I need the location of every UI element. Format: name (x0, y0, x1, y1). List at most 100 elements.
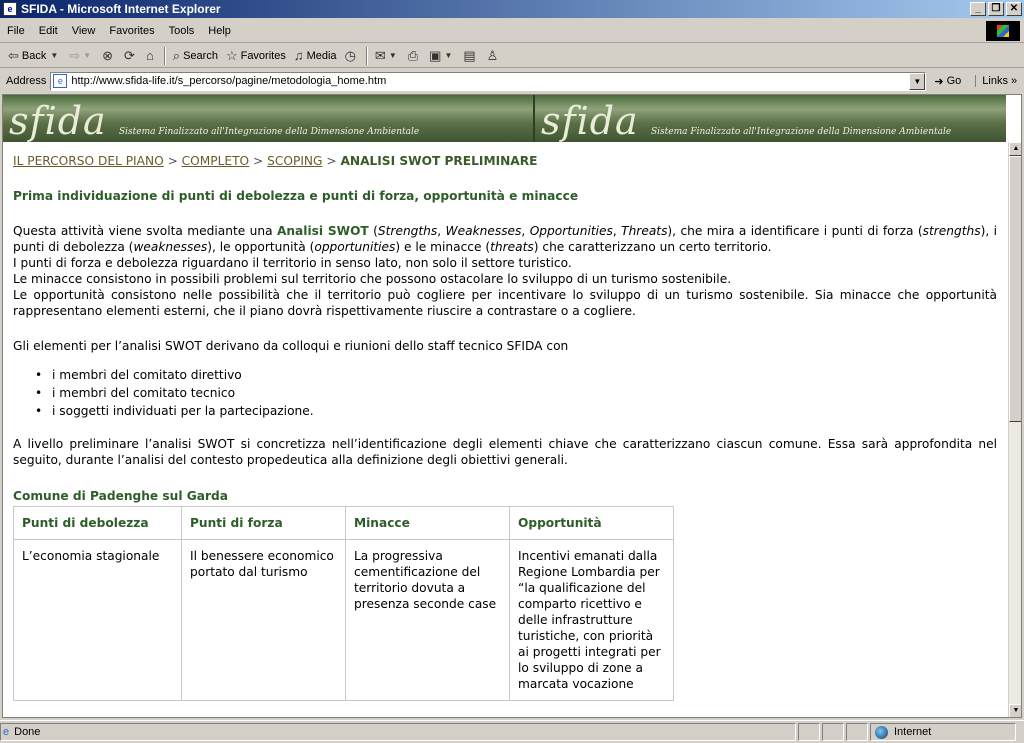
sfida-logo: sfida (9, 99, 107, 142)
page-icon: e (53, 74, 68, 88)
toolbar-separator (163, 46, 166, 65)
window-title: SFIDA - Microsoft Internet Explorer (21, 2, 221, 16)
vertical-scrollbar[interactable]: ▲ ▼ (1008, 142, 1021, 717)
swot-term: Analisi SWOT (276, 224, 369, 238)
table-cell: La progressiva cementificazione del terr… (345, 539, 510, 701)
favorites-label: Favorites (240, 49, 286, 62)
search-icon: ⌕ (172, 47, 181, 63)
security-zone: Internet (870, 723, 1016, 741)
list-item: i membri del comitato tecnico (35, 384, 997, 402)
links-label: Links (982, 75, 1008, 87)
banner-panel-left: sfida Sistema Finalizzato all'Integrazio… (3, 95, 535, 142)
chevron-down-icon[interactable]: ▼ (83, 51, 91, 60)
menu-tools[interactable]: Tools (162, 25, 202, 37)
favorites-button[interactable]: ☆ Favorites (222, 45, 290, 67)
favorites-icon: ☆ (225, 47, 238, 63)
term: opportunities (314, 240, 396, 254)
scroll-thumb[interactable] (1009, 156, 1021, 422)
scroll-down-icon[interactable]: ▼ (1009, 704, 1021, 717)
discuss-icon: ▤ (463, 47, 476, 63)
text: ) e le minacce ( (395, 240, 491, 254)
back-button[interactable]: ⇦ Back ▼ (4, 45, 65, 67)
address-input[interactable]: e http://www.sfida-life.it/s_percorso/pa… (50, 71, 927, 91)
list-item: i soggetti individuati per la partecipaz… (35, 402, 997, 420)
text: ), che mira a identificare i punti di fo… (667, 224, 923, 238)
stop-button[interactable]: ⊗ (98, 45, 120, 67)
chevron-down-icon[interactable]: ▼ (389, 51, 397, 60)
banner-tagline: Sistema Finalizzato all'Integrazione del… (119, 127, 420, 137)
title-bar: e SFIDA - Microsoft Internet Explorer _ … (0, 0, 1024, 18)
ie-icon: e (3, 2, 17, 16)
intro-paragraph: Questa attività viene svolta mediante un… (13, 223, 997, 255)
address-label: Address (6, 75, 47, 87)
menu-favorites[interactable]: Favorites (102, 25, 161, 37)
table-header-row: Punti di debolezza Punti di forza Minacc… (13, 506, 674, 540)
text: Questa attività viene svolta mediante un… (13, 224, 277, 238)
column-header: Minacce (345, 506, 510, 540)
table-cell: Incentivi emanati dalla Regione Lombardi… (509, 539, 674, 701)
search-button[interactable]: ⌕ Search (169, 45, 222, 67)
chevron-down-icon[interactable]: ▼ (444, 51, 452, 60)
close-button[interactable]: ✕ (1006, 2, 1022, 16)
toolbar-separator (365, 46, 368, 65)
term: Threats (621, 224, 668, 238)
text: , (521, 224, 530, 238)
forward-button[interactable]: ⇨ ▼ (65, 45, 98, 67)
back-arrow-icon: ⇦ (8, 47, 19, 63)
print-icon: ⎙ (407, 47, 419, 63)
breadcrumb-separator: > (326, 154, 337, 168)
term: strengths (922, 224, 981, 238)
sfida-logo: sfida (541, 99, 639, 142)
address-dropdown-icon[interactable]: ▼ (909, 72, 926, 90)
menu-view[interactable]: View (65, 25, 103, 37)
swot-table: Punti di debolezza Punti di forza Minacc… (13, 506, 674, 701)
menu-help[interactable]: Help (201, 25, 238, 37)
home-button[interactable]: ⌂ (142, 45, 161, 67)
status-cell (798, 723, 820, 741)
mail-button[interactable]: ✉ ▼ (371, 45, 404, 67)
breadcrumb-separator: > (253, 154, 264, 168)
restore-button[interactable]: ❐ (988, 2, 1004, 16)
menu-file[interactable]: File (0, 25, 32, 37)
go-label: Go (946, 75, 962, 87)
standard-toolbar: ⇦ Back ▼ ⇨ ▼ ⊗ ⟳ ⌂ ⌕ Search ☆ Favorites ♫ Medi… (0, 44, 1024, 68)
links-button[interactable]: Links » (975, 75, 1017, 87)
menu-edit[interactable]: Edit (32, 25, 65, 37)
address-bar: Address e http://www.sfida-life.it/s_per… (0, 69, 1024, 93)
table-cell: Il benessere economico portato dal turis… (181, 539, 346, 701)
browser-viewport: sfida Sistema Finalizzato all'Integrazio… (2, 94, 1022, 718)
page-heading: Prima individuazione di punti di debolez… (13, 189, 579, 203)
minimize-button[interactable]: _ (970, 2, 986, 16)
scroll-up-icon[interactable]: ▲ (1009, 142, 1021, 156)
discuss-button[interactable]: ▤ (459, 45, 482, 67)
media-button[interactable]: ♫ Media (290, 45, 341, 67)
term: Weaknesses (445, 224, 522, 238)
media-icon: ♫ (293, 48, 304, 63)
stop-icon: ⊗ (102, 47, 114, 63)
text: , (437, 224, 446, 238)
page-content: IL PERCORSO DEL PIANO > COMPLETO > SCOPI… (13, 153, 997, 701)
breadcrumb-current: ANALISI SWOT PRELIMINARE (340, 154, 538, 168)
chevron-down-icon[interactable]: ▼ (50, 51, 58, 60)
address-url[interactable]: http://www.sfida-life.it/s_percorso/pagi… (71, 75, 909, 87)
breadcrumb-link[interactable]: IL PERCORSO DEL PIANO (13, 154, 164, 168)
breadcrumb-link[interactable]: SCOPING (267, 154, 322, 168)
site-banner: sfida Sistema Finalizzato all'Integrazio… (3, 95, 1006, 142)
go-button[interactable]: ➜ Go (934, 75, 961, 88)
messenger-button[interactable]: ♙ (483, 45, 506, 67)
go-arrow-icon: ➜ (934, 75, 944, 88)
print-button[interactable]: ⎙ (404, 45, 425, 67)
zone-label: Internet (894, 726, 932, 738)
forward-arrow-icon: ⇨ (69, 47, 81, 63)
table-cell: L’economia stagionale (13, 539, 182, 701)
edit-button[interactable]: ▣ ▼ (425, 45, 459, 67)
status-text: Done (14, 726, 41, 738)
opportunities-paragraph: Le opportunità consistono nelle possibil… (13, 288, 997, 318)
text: ) che caratterizzano un certo territorio… (533, 240, 772, 254)
refresh-icon: ⟳ (124, 47, 135, 63)
breadcrumb-link[interactable]: COMPLETO (182, 154, 250, 168)
globe-icon (875, 725, 888, 739)
refresh-button[interactable]: ⟳ (120, 45, 142, 67)
history-button[interactable]: ◷ (341, 45, 363, 67)
status-text-panel: e Done (0, 723, 796, 741)
